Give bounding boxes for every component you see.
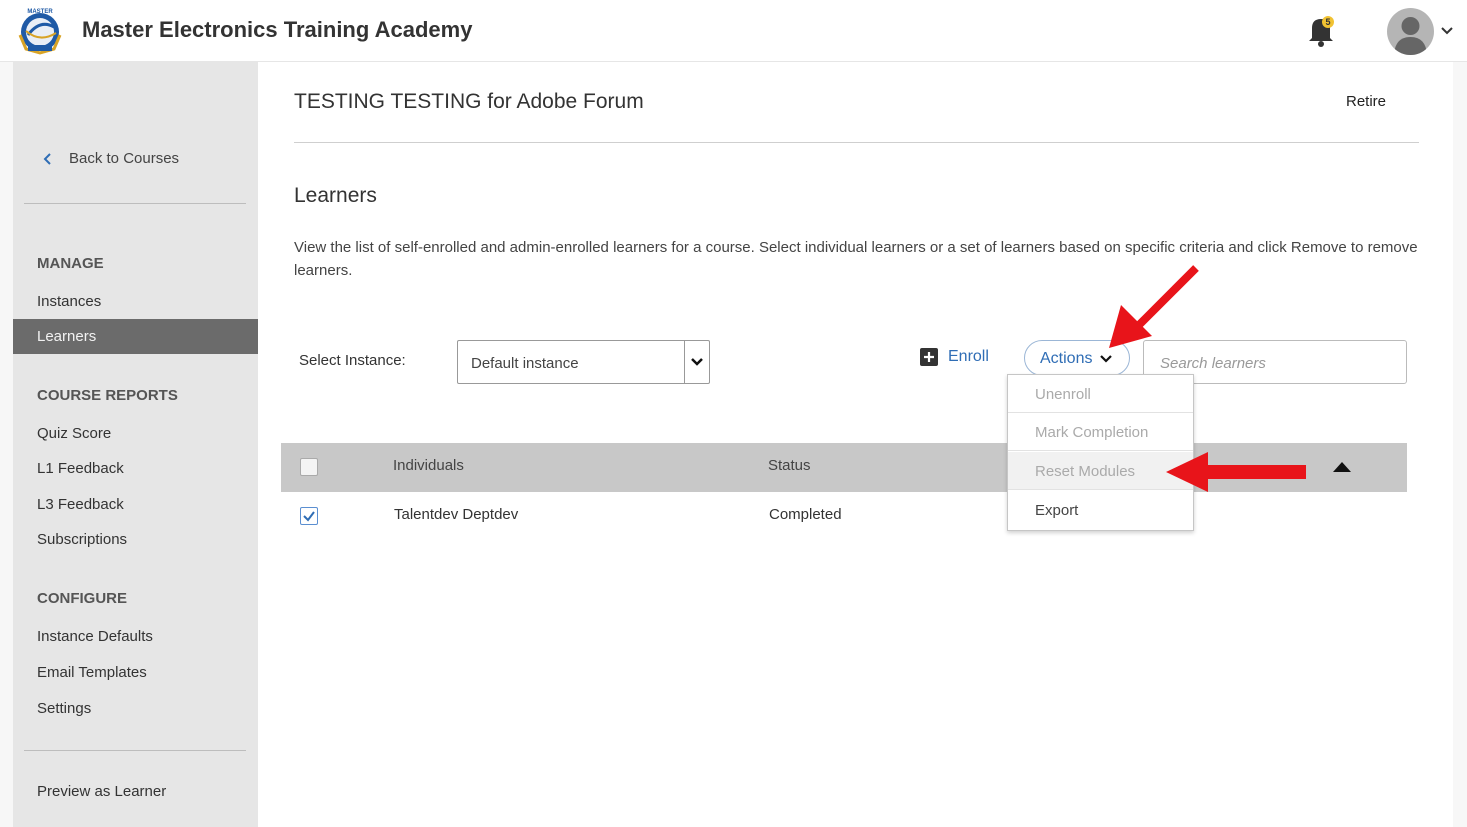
right-gutter bbox=[1453, 62, 1467, 827]
course-title: TESTING TESTING for Adobe Forum bbox=[294, 90, 644, 113]
plus-square-icon bbox=[920, 348, 938, 366]
menu-item-label: Unenroll bbox=[1035, 386, 1091, 403]
select-separator bbox=[684, 341, 685, 383]
select-instance-label: Select Instance: bbox=[299, 352, 406, 369]
select-all-checkbox[interactable] bbox=[300, 458, 318, 476]
sidebar-item-settings[interactable]: Settings bbox=[37, 700, 91, 717]
manage-heading: MANAGE bbox=[37, 255, 104, 272]
sort-up-icon[interactable] bbox=[1333, 462, 1351, 472]
checkmark-icon bbox=[303, 511, 315, 522]
sidebar-divider bbox=[24, 203, 246, 204]
actions-button[interactable]: Actions bbox=[1024, 340, 1130, 376]
back-to-courses-link[interactable]: Back to Courses bbox=[41, 150, 179, 167]
menu-item-label: Export bbox=[1035, 502, 1079, 519]
retire-button[interactable]: Retire bbox=[1346, 93, 1386, 110]
section-description: View the list of self-enrolled and admin… bbox=[294, 239, 1418, 279]
menu-item-export[interactable]: Export bbox=[1008, 491, 1193, 529]
chevron-down-icon[interactable] bbox=[1440, 26, 1454, 36]
section-title: Learners bbox=[294, 184, 377, 207]
enroll-button[interactable]: Enroll bbox=[920, 348, 989, 366]
chevron-down-icon bbox=[1100, 355, 1112, 363]
menu-item-reset-modules[interactable]: Reset Modules bbox=[1008, 452, 1193, 490]
app-title: Master Electronics Training Academy bbox=[82, 17, 473, 42]
learner-name[interactable]: Talentdev Deptdev bbox=[394, 506, 518, 523]
menu-item-label: Mark Completion bbox=[1035, 424, 1149, 441]
search-placeholder: Search learners bbox=[1160, 355, 1266, 372]
row-checkbox[interactable] bbox=[300, 507, 318, 525]
academy-logo[interactable]: MASTER bbox=[16, 5, 64, 55]
sidebar: Back to Courses MANAGE Instances Learner… bbox=[13, 62, 258, 827]
enroll-label: Enroll bbox=[948, 348, 989, 365]
sidebar-item-l3-feedback[interactable]: L3 Feedback bbox=[37, 496, 124, 513]
learner-status: Completed bbox=[769, 506, 842, 523]
chevron-left-icon bbox=[43, 152, 51, 165]
sidebar-item-subscriptions[interactable]: Subscriptions bbox=[37, 531, 127, 548]
actions-dropdown-menu: Unenroll Mark Completion Reset Modules E… bbox=[1007, 374, 1194, 531]
table-header: Individuals Status bbox=[281, 443, 1407, 492]
menu-item-label: Reset Modules bbox=[1035, 463, 1136, 480]
sidebar-item-l1-feedback[interactable]: L1 Feedback bbox=[37, 460, 124, 477]
sidebar-item-instances[interactable]: Instances bbox=[37, 293, 101, 310]
sidebar-item-instance-defaults[interactable]: Instance Defaults bbox=[37, 628, 153, 645]
column-header-individuals[interactable]: Individuals bbox=[393, 457, 464, 474]
column-header-status[interactable]: Status bbox=[768, 457, 811, 474]
avatar[interactable] bbox=[1387, 8, 1434, 55]
sidebar-item-quiz-score[interactable]: Quiz Score bbox=[37, 425, 111, 442]
sidebar-item-label: Learners bbox=[37, 328, 97, 345]
sidebar-divider bbox=[24, 750, 246, 751]
svg-text:MASTER: MASTER bbox=[27, 9, 53, 15]
user-silhouette-icon bbox=[1394, 17, 1427, 55]
main-content: TESTING TESTING for Adobe Forum Retire L… bbox=[258, 62, 1453, 827]
menu-item-mark-completion[interactable]: Mark Completion bbox=[1008, 413, 1193, 451]
sidebar-item-learners[interactable]: Learners bbox=[13, 319, 258, 354]
sidebar-item-email-templates[interactable]: Email Templates bbox=[37, 664, 147, 681]
back-label: Back to Courses bbox=[69, 150, 180, 167]
table-row[interactable]: Talentdev Deptdev Completed bbox=[281, 492, 1407, 539]
left-gutter bbox=[0, 62, 13, 827]
actions-label: Actions bbox=[1040, 350, 1093, 367]
notification-bell-icon[interactable]: 5 bbox=[1306, 14, 1336, 48]
preview-as-learner-link[interactable]: Preview as Learner bbox=[37, 783, 166, 800]
menu-item-unenroll[interactable]: Unenroll bbox=[1008, 375, 1193, 413]
chevron-down-icon bbox=[691, 358, 703, 366]
instance-select-value: Default instance bbox=[471, 355, 579, 372]
title-divider bbox=[294, 142, 1419, 143]
course-reports-heading: COURSE REPORTS bbox=[37, 387, 178, 404]
top-header: MASTER Master Electronics Training Acade… bbox=[0, 0, 1467, 62]
configure-heading: CONFIGURE bbox=[37, 590, 127, 607]
notification-count: 5 bbox=[1325, 17, 1330, 27]
instance-select[interactable]: Default instance bbox=[457, 340, 710, 384]
